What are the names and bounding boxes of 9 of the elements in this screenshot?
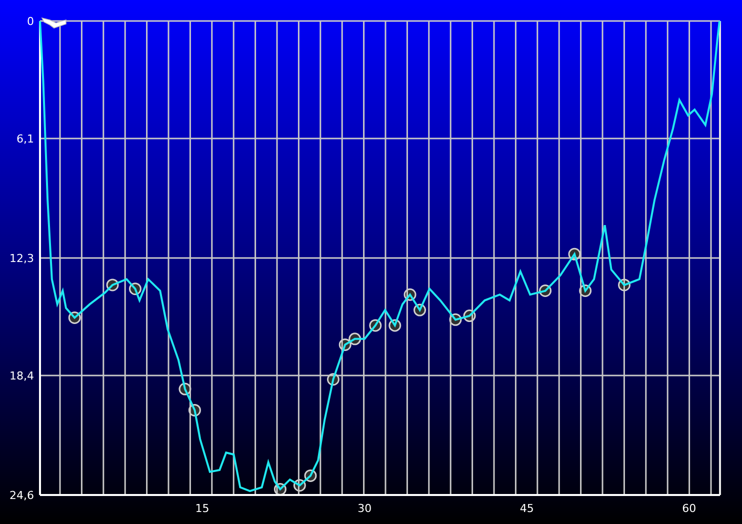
y-axis-label: 24,6	[10, 489, 34, 502]
x-axis-label: 45	[520, 502, 534, 515]
y-axis-label: 6,1	[16, 132, 34, 146]
y-axis-label: 12,3	[10, 252, 34, 265]
x-axis-label: 15	[195, 502, 210, 515]
y-axis-label: 0	[27, 15, 34, 28]
x-axis-label: 30	[358, 502, 372, 515]
x-axis-label: 60	[682, 502, 696, 515]
y-axis-label: 18,4	[10, 370, 34, 383]
